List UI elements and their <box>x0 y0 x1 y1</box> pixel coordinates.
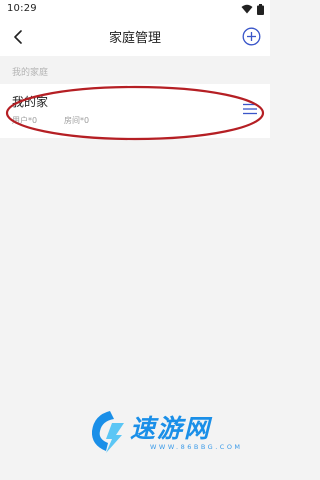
page-title: 家庭管理 <box>108 31 161 46</box>
status-bar: 10:29 <box>0 0 270 18</box>
watermark-brand: 速游网 <box>130 414 212 443</box>
plus-circle-icon <box>242 27 260 45</box>
section-label: 我的家庭 <box>12 68 49 78</box>
home-user-count: 用户*0 <box>12 116 38 125</box>
home-room-count: 房间*0 <box>64 116 90 125</box>
status-time: 10:29 <box>7 3 37 14</box>
add-home-button[interactable] <box>240 25 262 47</box>
app-header: 家庭管理 <box>0 18 270 56</box>
section-header: 我的家庭 <box>0 58 270 84</box>
battery-icon <box>257 3 264 15</box>
home-name: 我的家 <box>12 95 49 109</box>
status-icons <box>241 3 264 15</box>
wifi-icon <box>241 4 253 14</box>
home-list-item[interactable]: 我的家 用户*0 房间*0 <box>0 84 270 138</box>
hamburger-menu-icon[interactable] <box>243 103 257 115</box>
watermark: 速游网 WWW.86BBG.COM <box>88 407 258 463</box>
watermark-logo-icon <box>91 411 124 453</box>
watermark-url: WWW.86BBG.COM <box>150 443 243 451</box>
